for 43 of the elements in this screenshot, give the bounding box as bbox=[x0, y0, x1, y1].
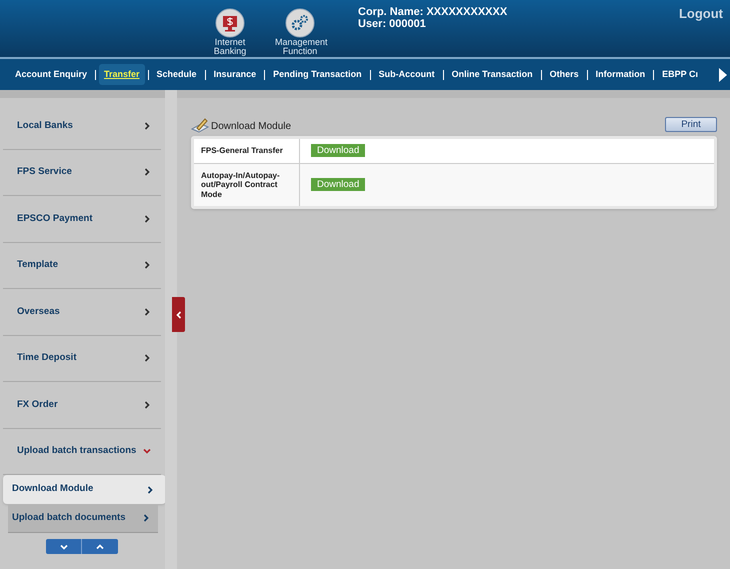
chevron-right-icon bbox=[143, 122, 151, 130]
sidebar-subitem[interactable]: Download Module bbox=[3, 475, 166, 504]
chevron-right-icon bbox=[143, 354, 151, 362]
nav-tab[interactable]: Account Enquiry bbox=[10, 64, 92, 86]
nav-tab[interactable]: Schedule bbox=[152, 64, 202, 86]
sidebar-item[interactable]: Local Banks bbox=[3, 103, 161, 150]
triangle-right-icon bbox=[719, 68, 727, 82]
nav-tab[interactable]: Transfer bbox=[99, 64, 145, 86]
table-cell: Autopay-In/Autopay-out/Payroll Contract Mode bbox=[194, 164, 300, 206]
nav-tab[interactable]: Online Transaction bbox=[446, 64, 538, 86]
pencil-paper-icon bbox=[191, 118, 209, 134]
sidebar-item[interactable]: Time Deposit bbox=[3, 336, 161, 382]
nav-tab[interactable]: EBPP Cı bbox=[657, 64, 704, 86]
sidebar-item[interactable]: Overseas bbox=[3, 289, 161, 336]
nav-tab[interactable]: Sub-Account bbox=[374, 64, 440, 86]
chevron-right-icon bbox=[143, 400, 151, 409]
chevron-right-icon bbox=[142, 514, 150, 522]
section-title: Download Module bbox=[211, 120, 292, 134]
sidebar-item[interactable]: FPS Service bbox=[3, 150, 161, 196]
nav-tab[interactable]: Others bbox=[544, 64, 584, 86]
scroll-down-button[interactable] bbox=[46, 539, 82, 554]
app-button[interactable]: Internet Banking bbox=[202, 8, 258, 57]
sidebar-item[interactable]: Template bbox=[3, 242, 161, 289]
chevron-right-icon bbox=[146, 486, 154, 494]
chevron-right-icon bbox=[143, 168, 151, 176]
chevron-right-icon bbox=[143, 308, 151, 316]
chevron-right-icon bbox=[143, 214, 151, 223]
scroll-up-button[interactable] bbox=[82, 539, 118, 554]
print-button[interactable]: Print bbox=[665, 117, 717, 132]
app-button[interactable]: Management Function bbox=[272, 8, 328, 57]
nav-tab[interactable]: Insurance bbox=[208, 64, 262, 86]
monitor-dollar-icon bbox=[215, 8, 245, 38]
sidebar-item[interactable]: FX Order bbox=[3, 382, 161, 428]
nav-tab[interactable]: Pending Transaction bbox=[268, 64, 367, 86]
user-id: User: 000001 bbox=[358, 18, 427, 30]
logout-link[interactable]: Logout bbox=[678, 4, 723, 24]
collapse-handle[interactable] bbox=[172, 297, 185, 332]
nav-tab[interactable]: Information bbox=[590, 64, 650, 86]
chevron-right-icon bbox=[143, 261, 151, 270]
corp-name: Corp. Name: XXXXXXXXXXX bbox=[358, 6, 508, 18]
sidebar-item[interactable]: EPSCO Payment bbox=[3, 196, 161, 242]
sidebar-subitem[interactable]: Upload batch documents bbox=[8, 504, 158, 533]
gears-icon bbox=[285, 8, 315, 38]
